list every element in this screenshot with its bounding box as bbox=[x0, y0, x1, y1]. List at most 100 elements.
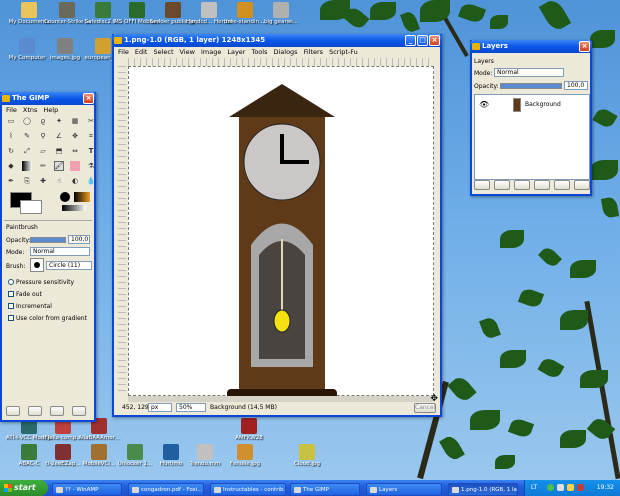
tray-icon-1[interactable] bbox=[547, 484, 554, 491]
start-button[interactable]: start bbox=[0, 480, 48, 496]
menu-view[interactable]: View bbox=[180, 48, 195, 56]
delete-options-button[interactable] bbox=[50, 406, 64, 416]
heal-tool[interactable]: ✚ bbox=[38, 176, 48, 186]
menu-dialogs[interactable]: Dialogs bbox=[273, 48, 297, 56]
close-button[interactable]: × bbox=[579, 41, 590, 52]
menu-image[interactable]: Image bbox=[201, 48, 221, 56]
paintbrush-tool[interactable]: 🖌 bbox=[54, 161, 64, 171]
gradient-checkbox[interactable] bbox=[8, 315, 14, 321]
unit-select[interactable]: px bbox=[148, 403, 172, 412]
menu-file[interactable]: File bbox=[118, 48, 129, 56]
menu-file[interactable]: File bbox=[6, 106, 17, 114]
desktop-icon[interactable]: AMFKW28 bbox=[226, 418, 272, 441]
layers-opacity-slider[interactable] bbox=[500, 83, 562, 89]
toolbox-titlebar[interactable]: The GIMP × bbox=[0, 92, 96, 105]
bucket-fill-tool[interactable]: ◆ bbox=[6, 161, 16, 171]
brush-preview[interactable] bbox=[60, 192, 70, 202]
vertical-ruler[interactable] bbox=[118, 66, 126, 396]
eraser-tool[interactable] bbox=[70, 161, 80, 171]
menu-script-fu[interactable]: Script-Fu bbox=[329, 48, 358, 56]
menu-help[interactable]: Help bbox=[43, 106, 58, 114]
desktop-icon[interactable]: Cloud.jpg bbox=[284, 444, 330, 467]
desktop-icon[interactable]: Fenulle.jpg bbox=[222, 444, 268, 467]
horizontal-ruler[interactable] bbox=[128, 58, 434, 66]
pressure-radio[interactable] bbox=[8, 279, 14, 285]
task-foxit[interactable]: congadron.pdf - Foxi... bbox=[128, 483, 204, 496]
restore-options-button[interactable] bbox=[28, 406, 42, 416]
maximize-button[interactable]: □ bbox=[417, 35, 428, 46]
bg-color-swatch[interactable] bbox=[20, 200, 42, 214]
menu-filters[interactable]: Filters bbox=[304, 48, 323, 56]
tray-icon-3[interactable] bbox=[567, 484, 574, 491]
layers-titlebar[interactable]: Layers × bbox=[470, 40, 592, 53]
close-button[interactable]: × bbox=[429, 35, 440, 46]
pencil-tool[interactable]: ✏ bbox=[38, 161, 48, 171]
incremental-checkbox[interactable] bbox=[8, 303, 14, 309]
save-options-button[interactable] bbox=[6, 406, 20, 416]
canvas-area[interactable] bbox=[128, 66, 434, 399]
zoom-tool[interactable]: ⚲ bbox=[38, 131, 48, 141]
close-button[interactable]: × bbox=[83, 93, 94, 104]
scissors-tool[interactable]: ✂ bbox=[86, 116, 96, 126]
task-instructables[interactable]: Instructables - contrib... bbox=[210, 483, 286, 496]
text-tool[interactable]: T bbox=[86, 146, 96, 156]
new-layer-button[interactable] bbox=[474, 180, 490, 190]
color-select-tool[interactable]: ▦ bbox=[70, 116, 80, 126]
fade-out-checkbox[interactable] bbox=[8, 291, 14, 297]
color-picker-tool[interactable]: ✎ bbox=[22, 131, 32, 141]
task-image[interactable]: 1.png-1.0 (RGB, 1 la... bbox=[448, 483, 518, 496]
ink-tool[interactable]: ✒ bbox=[6, 176, 16, 186]
layers-opacity-field[interactable]: 100,0 bbox=[564, 81, 588, 90]
flip-tool[interactable]: ⇔ bbox=[70, 146, 80, 156]
anchor-layer-button[interactable] bbox=[554, 180, 570, 190]
horizontal-scrollbar[interactable] bbox=[128, 396, 434, 402]
duplicate-layer-button[interactable] bbox=[534, 180, 550, 190]
menu-layer[interactable]: Layer bbox=[227, 48, 245, 56]
tray-icon-2[interactable] bbox=[557, 484, 564, 491]
convolve-tool[interactable]: 💧 bbox=[86, 176, 96, 186]
free-select-tool[interactable]: ϱ bbox=[38, 116, 48, 126]
language-indicator[interactable]: LT bbox=[531, 484, 537, 491]
clone-tool[interactable]: ⎘ bbox=[22, 176, 32, 186]
image-titlebar[interactable]: 1.png-1.0 (RGB, 1 layer) 1248x1345 _ □ × bbox=[112, 34, 442, 47]
brush-button[interactable] bbox=[30, 258, 44, 272]
layers-mode-select[interactable]: Normal bbox=[494, 68, 564, 77]
airbrush-tool[interactable]: ⚗ bbox=[86, 161, 96, 171]
minimize-button[interactable]: _ bbox=[405, 35, 416, 46]
menu-edit[interactable]: Edit bbox=[135, 48, 148, 56]
reset-options-button[interactable] bbox=[72, 406, 86, 416]
move-tool[interactable]: ✥ bbox=[70, 131, 80, 141]
menu-select[interactable]: Select bbox=[153, 48, 173, 56]
zoom-select[interactable]: 50% bbox=[176, 403, 206, 412]
task-winamp[interactable]: ?? - WinAMP bbox=[52, 483, 122, 496]
desktop-icon[interactable]: big gearwi... bbox=[258, 2, 304, 25]
layers-window[interactable]: Layers × Layers Mode: Normal Opacity: 10… bbox=[470, 40, 592, 196]
fuzzy-select-tool[interactable]: ✦ bbox=[54, 116, 64, 126]
opacity-field[interactable]: 100,0 bbox=[68, 235, 90, 244]
paths-tool[interactable]: ⌇ bbox=[6, 131, 16, 141]
smudge-tool[interactable]: ☝ bbox=[54, 176, 64, 186]
menu-tools[interactable]: Tools bbox=[251, 48, 267, 56]
raise-layer-button[interactable] bbox=[494, 180, 510, 190]
cancel-button[interactable]: Cancel bbox=[414, 403, 436, 413]
gradient-preview[interactable] bbox=[74, 192, 90, 202]
task-layers[interactable]: Layers bbox=[366, 483, 442, 496]
crop-tool[interactable]: ⌗ bbox=[86, 131, 96, 141]
blend-tool[interactable] bbox=[22, 161, 32, 171]
dodge-tool[interactable]: ◐ bbox=[70, 176, 80, 186]
opacity-slider[interactable] bbox=[30, 237, 66, 243]
clock[interactable]: 19:32 bbox=[597, 484, 614, 491]
shear-tool[interactable]: ▱ bbox=[38, 146, 48, 156]
image-window[interactable]: 1.png-1.0 (RGB, 1 layer) 1248x1345 _ □ ×… bbox=[112, 34, 442, 417]
ellipse-select-tool[interactable]: ◯ bbox=[22, 116, 32, 126]
perspective-tool[interactable]: ⬒ bbox=[54, 146, 64, 156]
tray-icon-4[interactable] bbox=[577, 484, 584, 491]
eye-icon[interactable]: 👁 bbox=[479, 100, 489, 109]
scale-tool[interactable]: ⤢ bbox=[22, 146, 32, 156]
lower-layer-button[interactable] bbox=[514, 180, 530, 190]
menu-xtns[interactable]: Xtns bbox=[23, 106, 38, 114]
gimp-toolbox-window[interactable]: The GIMP × File Xtns Help ▭ ◯ ϱ ✦ ▦ ✂ ⌇ … bbox=[0, 92, 96, 422]
layer-row[interactable]: 👁 Background bbox=[475, 97, 589, 113]
measure-tool[interactable]: ∠ bbox=[54, 131, 64, 141]
rotate-tool[interactable]: ↻ bbox=[6, 146, 16, 156]
